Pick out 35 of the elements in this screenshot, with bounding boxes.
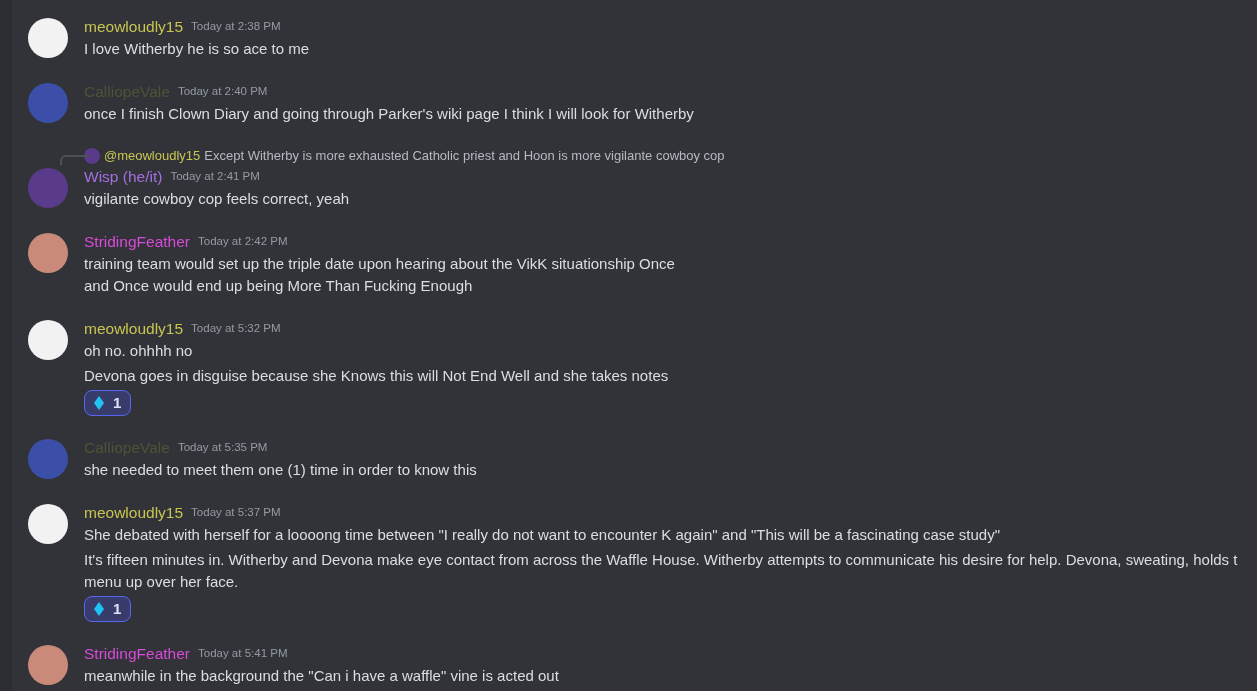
reaction-button[interactable]: 1 xyxy=(84,390,132,416)
timestamp: Today at 2:40 PM xyxy=(177,84,268,100)
reply-text[interactable]: Except Witherby is more exhausted Catholic priest and Hoon is more vigilante cowboy cop xyxy=(204,146,725,166)
reply-author[interactable]: @meowloudly15 xyxy=(104,146,201,166)
message-text: oh no. ohhhh no xyxy=(84,341,194,361)
message-text: training team would set up the triple date upon hearing about the VikK situationship Once xyxy=(84,254,675,274)
username[interactable]: meowloudly15 xyxy=(84,15,184,39)
timestamp: Today at 5:41 PM xyxy=(198,646,288,662)
user-avatar[interactable] xyxy=(28,320,68,360)
user-avatar[interactable] xyxy=(28,504,68,544)
username[interactable]: meowloudly15 xyxy=(84,317,184,341)
message-text: she needed to meet them one (1) time in order to know this xyxy=(84,460,477,480)
username[interactable]: meowloudly15 xyxy=(84,501,184,525)
timestamp: Today at 2:38 PM xyxy=(191,19,281,35)
timestamp: Today at 5:32 PM xyxy=(191,321,281,337)
username[interactable]: StridingFeather xyxy=(84,642,190,666)
message-text: I love Witherby he is so ace to me xyxy=(84,39,310,59)
diamond-icon xyxy=(94,396,104,410)
message-text: vigilante cowboy cop feels correct, yeah xyxy=(84,189,350,209)
username[interactable]: Wisp (he/it) xyxy=(84,165,163,189)
username[interactable]: StridingFeather xyxy=(84,230,190,254)
reaction-button[interactable]: 1 xyxy=(84,596,132,622)
message-text: meanwhile in the background the "Can i have a waffle" vine is acted out xyxy=(84,666,559,686)
timestamp: Today at 2:41 PM xyxy=(170,169,260,185)
message-text: It's fifteen minutes in. Witherby and Devona make eye contact from across the Waffle House. Witherby attempts to communicate his desire for help. Devona, sweating, holds t xyxy=(84,550,1238,570)
timestamp: Today at 2:42 PM xyxy=(198,234,288,250)
diamond-icon xyxy=(94,602,104,616)
message-text: Devona goes in disguise because she Knows this will Not End Well and she takes notes xyxy=(84,366,669,386)
timestamp: Today at 5:37 PM xyxy=(191,505,281,521)
user-avatar[interactable] xyxy=(28,18,68,58)
message-text: menu up over her face. xyxy=(84,572,240,592)
timestamp: Today at 5:35 PM xyxy=(177,440,268,456)
message-text: She debated with herself for a loooong time between "I really do not want to encounter K again" and "This will be a fascinating case study" xyxy=(84,525,1001,545)
message-text: once I finish Clown Diary and going through Parker's wiki page I think I will look for Witherby xyxy=(84,104,694,124)
message-text: and Once would end up being More Than Fucking Enough xyxy=(84,276,474,296)
